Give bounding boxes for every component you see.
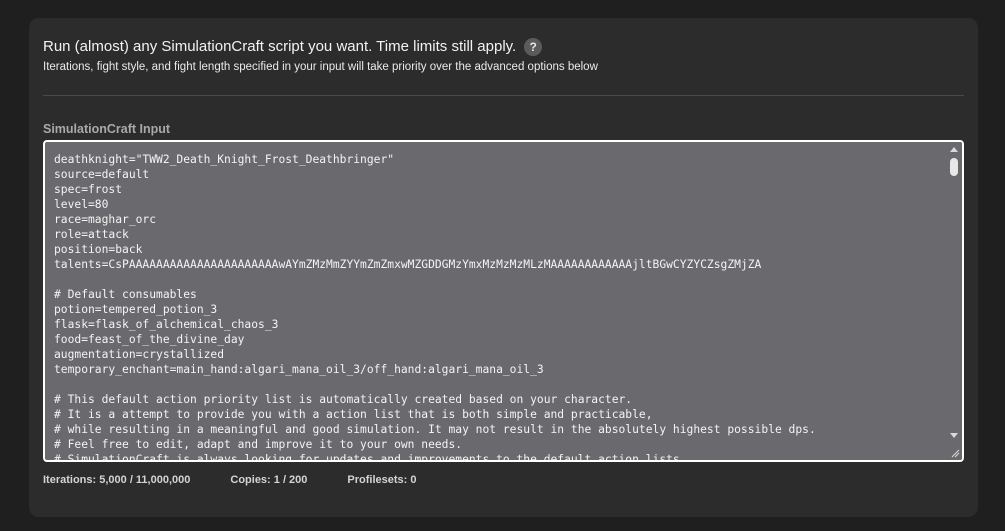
stats-row: Iterations: 5,000 / 11,000,000 Copies: 1…: [43, 474, 417, 486]
simc-input-textarea[interactable]: deathknight="TWW2_Death_Knight_Frost_Dea…: [43, 140, 964, 462]
simc-card: Run (almost) any SimulationCraft script …: [29, 18, 978, 517]
iterations-stat: Iterations: 5,000 / 11,000,000: [43, 474, 191, 486]
page-subtitle: Iterations, fight style, and fight lengt…: [43, 61, 598, 73]
code-line: source=default: [54, 168, 150, 181]
code-line: augmentation=crystallized: [54, 348, 225, 361]
resize-grip-icon[interactable]: [950, 448, 960, 458]
code-line: # Default consumables: [54, 288, 197, 301]
code-line: level=80: [54, 198, 109, 211]
scroll-down-arrow-icon[interactable]: [950, 433, 958, 438]
code-line: deathknight="TWW2_Death_Knight_Frost_Dea…: [54, 153, 395, 166]
code-line: # Feel free to edit, adapt and improve i…: [54, 438, 463, 451]
code-line: # SimulationCraft is always looking for …: [54, 453, 687, 460]
simc-input-text[interactable]: deathknight="TWW2_Death_Knight_Frost_Dea…: [54, 152, 944, 460]
code-line: race=maghar_orc: [54, 213, 157, 226]
code-line: food=feast_of_the_divine_day: [54, 333, 245, 346]
code-line: role=attack: [54, 228, 129, 241]
code-line: temporary_enchant=main_hand:algari_mana_…: [54, 363, 544, 376]
scrollbar[interactable]: [947, 142, 962, 460]
code-line: # It is a attempt to provide you with a …: [54, 408, 653, 421]
scroll-up-arrow-icon[interactable]: [950, 147, 958, 152]
help-icon[interactable]: ?: [524, 38, 543, 56]
code-line: talents=CsPAAAAAAAAAAAAAAAAAAAAAAwAYmZMz…: [54, 258, 762, 271]
input-label: SimulationCraft Input: [43, 122, 171, 136]
code-line: # while resulting in a meaningful and go…: [54, 423, 816, 436]
code-line: position=back: [54, 243, 143, 256]
scroll-thumb[interactable]: [950, 158, 958, 176]
header-row: Run (almost) any SimulationCraft script …: [43, 38, 543, 56]
profilesets-stat: Profilesets: 0: [347, 474, 417, 486]
copies-stat: Copies: 1 / 200: [230, 474, 308, 486]
page-title: Run (almost) any SimulationCraft script …: [43, 38, 517, 55]
divider: [43, 95, 964, 96]
code-line: potion=tempered_potion_3: [54, 303, 218, 316]
code-line: spec=frost: [54, 183, 123, 196]
code-line: # This default action priority list is a…: [54, 393, 633, 406]
code-line: flask=flask_of_alchemical_chaos_3: [54, 318, 279, 331]
